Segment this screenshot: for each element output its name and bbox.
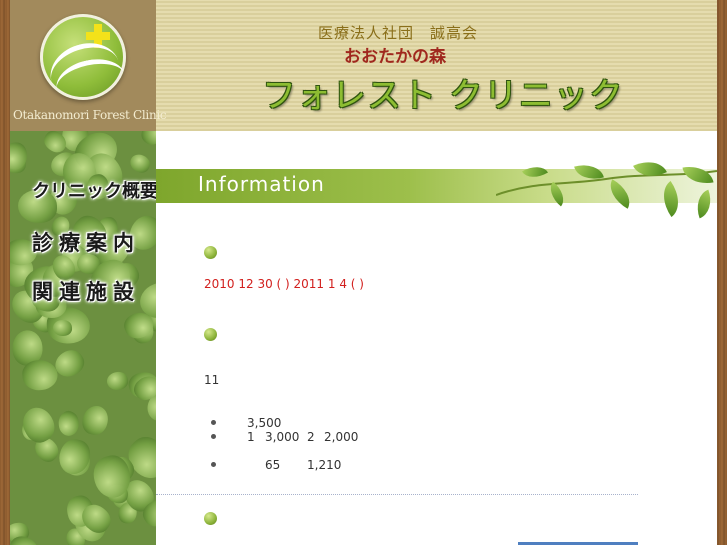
ivy-leaf-icon <box>57 411 80 437</box>
holiday-notice: 2010 12 30 ( ) 2011 1 4 ( ) <box>204 277 364 291</box>
clinic-title: フォレスト クリニック <box>262 76 624 116</box>
section-bullet-icon <box>204 328 217 341</box>
sidebar-item-medical-guide[interactable]: 診療案内 <box>32 227 150 261</box>
main-content: Information 2010 12 30 ( ) 2011 1 4 ( ) … <box>156 131 717 545</box>
list-bullet <box>211 434 216 439</box>
list-bullet <box>211 462 216 467</box>
page-frame: Otakanomori Forest Clinic 医療法人社団 誠高会 おおた… <box>0 0 727 545</box>
list-item-value: 1,210 <box>307 458 342 472</box>
list-item-value: 3,500 <box>247 416 282 430</box>
list-item-value: 3,000 <box>265 430 300 444</box>
list-item-value: 2 <box>307 430 315 444</box>
ivy-leaf-icon <box>80 403 110 437</box>
ivy-leaf-icon <box>137 131 156 149</box>
section-paragraph: 11 <box>204 373 220 387</box>
logo[interactable]: Otakanomori Forest Clinic <box>10 0 167 131</box>
site-header: Otakanomori Forest Clinic 医療法人社団 誠高会 おおた… <box>10 0 717 131</box>
list-item-value: 1 <box>247 430 255 444</box>
section-divider <box>156 494 638 495</box>
clinic-logo-icon <box>40 14 126 100</box>
section-bullet-icon <box>204 246 217 259</box>
organization-name: 医療法人社団 誠高会 <box>318 24 479 42</box>
section-title: Information <box>198 172 325 196</box>
ivy-leaf-icon <box>127 151 153 175</box>
list-bullet <box>211 420 216 425</box>
sidebar-item-clinic-overview[interactable]: クリニック概要 <box>32 177 156 211</box>
section-bullet-icon <box>204 512 217 525</box>
list-item-value: 2,000 <box>324 430 359 444</box>
logo-text: Otakanomori Forest Clinic <box>13 108 167 122</box>
list-item-value: 65 <box>265 458 281 472</box>
sidebar-item-related-facilities[interactable]: 関連施設 <box>32 276 150 310</box>
clinic-subtitle: おおたかの森 <box>344 47 446 67</box>
sidebar-nav: クリニック概要 診療案内 関連施設 <box>10 131 156 545</box>
vine-decoration-icon <box>496 151 717 231</box>
ivy-leaf-icon <box>16 402 61 448</box>
ivy-leaf-icon <box>104 369 130 393</box>
ivy-leaf-icon <box>20 358 59 392</box>
